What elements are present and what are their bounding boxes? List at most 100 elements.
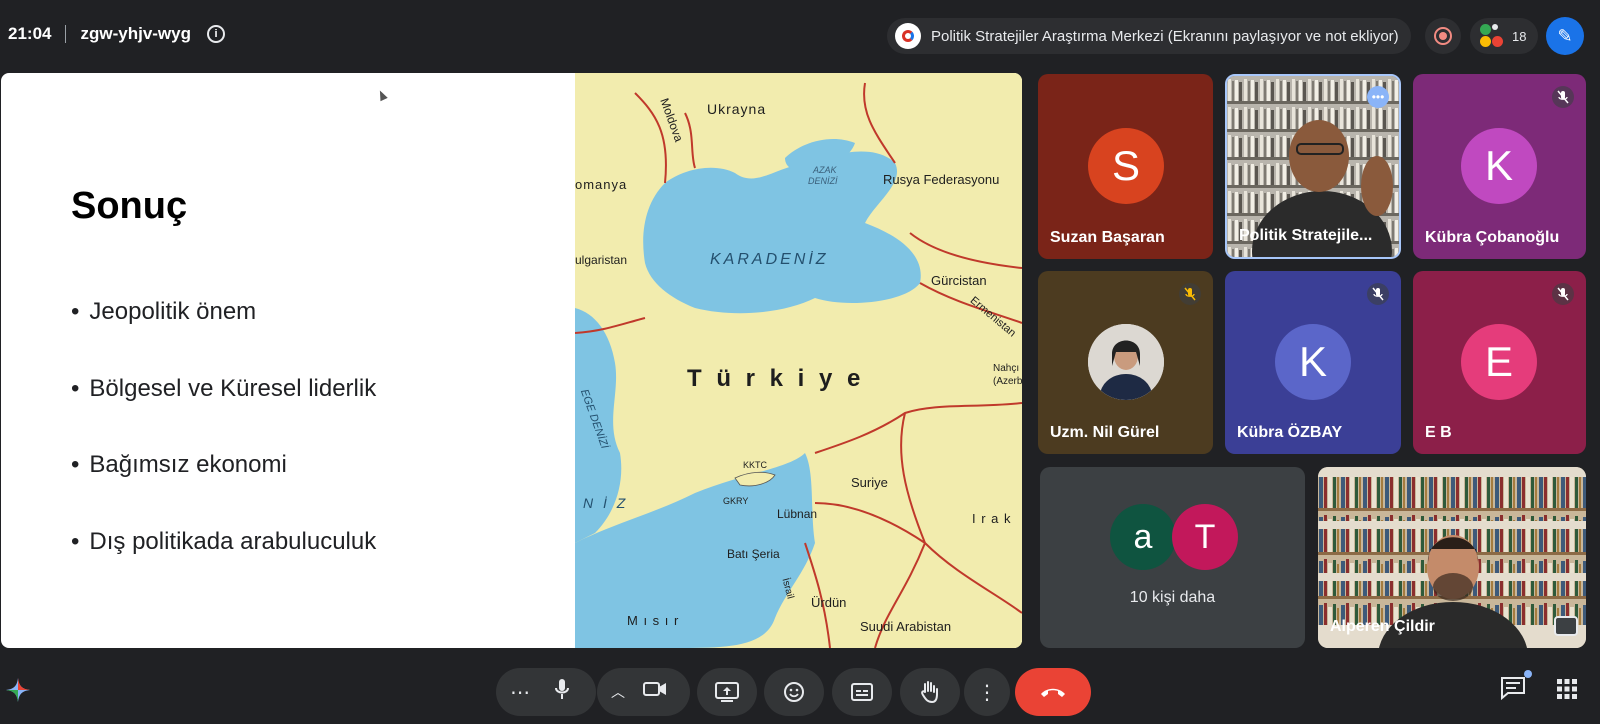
more-options-icon[interactable]: ••• bbox=[1367, 86, 1389, 108]
mic-off-icon bbox=[1552, 283, 1574, 305]
mouse-cursor-icon bbox=[376, 88, 388, 102]
map-label: ulgaristan bbox=[575, 253, 628, 267]
activities-button[interactable] bbox=[1556, 678, 1578, 700]
avatar: a bbox=[1110, 504, 1176, 570]
leave-call-button[interactable] bbox=[1015, 668, 1091, 716]
turkey-map: Ukrayna Moldova omanya Rusya Federasyonu… bbox=[575, 73, 1022, 648]
bullet-item: Dış politikada arabuluculuk bbox=[71, 528, 376, 605]
map-label: Suriye bbox=[851, 475, 888, 490]
gemini-pen-button[interactable]: ✎ bbox=[1546, 17, 1584, 55]
map-label: AZAK bbox=[813, 165, 837, 175]
apps-grid-icon bbox=[1557, 679, 1577, 699]
participant-tile[interactable]: K Kübra Çobanoğlu bbox=[1413, 74, 1586, 259]
chat-icon bbox=[1501, 677, 1525, 701]
captions-icon bbox=[851, 683, 873, 701]
emoji-icon bbox=[784, 682, 804, 702]
map-label: GKRY bbox=[723, 496, 749, 506]
avatar: K bbox=[1275, 324, 1351, 400]
map-graphic bbox=[575, 73, 1022, 648]
map-label: omanya bbox=[575, 177, 628, 192]
map-label: I r a k bbox=[972, 511, 1012, 526]
mic-icon[interactable] bbox=[554, 678, 570, 706]
participant-name: Suzan Başaran bbox=[1050, 229, 1165, 246]
pip-icon[interactable] bbox=[1554, 616, 1578, 636]
more-participants-tile[interactable]: a T 10 kişi daha bbox=[1040, 467, 1305, 648]
avatar: T bbox=[1172, 504, 1238, 570]
participant-tile[interactable]: K Kübra ÖZBAY bbox=[1225, 271, 1401, 454]
participant-tile-active[interactable]: ••• Politik Stratejile... bbox=[1225, 74, 1401, 259]
participant-name: Uzm. Nil Gürel bbox=[1050, 424, 1160, 441]
info-icon[interactable]: i bbox=[207, 25, 225, 43]
camera-icon[interactable] bbox=[643, 680, 667, 704]
map-label: Lübnan bbox=[777, 507, 818, 521]
bullet-item: Bölgesel ve Küresel liderlik bbox=[71, 375, 376, 452]
participant-tile[interactable]: Uzm. Nil Gürel bbox=[1038, 271, 1213, 454]
divider bbox=[65, 25, 67, 43]
presenter-status-text: Politik Stratejiler Araştırma Merkezi (E… bbox=[931, 27, 1399, 45]
reactions-button[interactable] bbox=[764, 668, 824, 716]
participant-name: Kübra Çobanoğlu bbox=[1425, 229, 1560, 246]
recording-button[interactable] bbox=[1425, 18, 1461, 54]
map-label: (Azerb bbox=[993, 376, 1022, 387]
ellipsis-icon: ⋯ bbox=[510, 681, 530, 704]
presenter-logo bbox=[895, 23, 921, 49]
more-controls-button[interactable]: ⋯ bbox=[496, 668, 596, 716]
pen-icon: ✎ bbox=[1557, 25, 1573, 46]
chevron-up-icon[interactable]: ︿ bbox=[611, 682, 625, 702]
participant-count: 18 bbox=[1512, 28, 1527, 44]
map-label: Nahçı bbox=[993, 363, 1020, 374]
clock: 21:04 bbox=[8, 24, 52, 43]
map-label: Rusya Federasyonu bbox=[883, 172, 1000, 187]
shared-screen: Sonuç Jeopolitik önem Bölgesel ve Kürese… bbox=[1, 73, 1022, 648]
hangup-icon bbox=[1041, 688, 1065, 697]
map-label: Batı Şeria bbox=[727, 547, 780, 561]
slide-bullets: Jeopolitik önem Bölgesel ve Küresel lide… bbox=[71, 298, 376, 604]
people-icon bbox=[1480, 24, 1504, 48]
more-options-button[interactable]: ⋮ bbox=[964, 668, 1010, 716]
avatar: S bbox=[1088, 128, 1164, 204]
bottom-controls: ⋯ ︿ ⋮ bbox=[0, 656, 1600, 724]
map-label: Suudi Arabistan bbox=[860, 619, 952, 634]
participant-name: Politik Stratejile... bbox=[1239, 227, 1373, 244]
map-label: T ü r k i y e bbox=[687, 365, 865, 392]
avatar: K bbox=[1461, 128, 1537, 204]
record-icon bbox=[1434, 27, 1452, 45]
map-label: M ı s ı r bbox=[627, 613, 680, 628]
top-bar: 21:04 zgw-yhjv-wyg i Politik Stratejiler… bbox=[0, 0, 1600, 72]
map-label: N İ Z bbox=[583, 495, 629, 511]
mic-off-icon bbox=[1552, 86, 1574, 108]
map-label: Gürcistan bbox=[931, 273, 987, 288]
present-icon bbox=[715, 682, 739, 702]
bullet-item: Jeopolitik önem bbox=[71, 298, 376, 375]
map-label: KARADENİZ bbox=[710, 251, 829, 268]
participant-name: Kübra ÖZBAY bbox=[1237, 424, 1343, 441]
participant-tile[interactable]: S Suzan Başaran bbox=[1038, 74, 1213, 259]
raise-hand-button[interactable] bbox=[900, 668, 960, 716]
gemini-icon[interactable] bbox=[4, 676, 32, 704]
avatar-photo bbox=[1088, 324, 1164, 400]
more-participants-label: 10 kişi daha bbox=[1129, 589, 1216, 606]
mic-off-icon bbox=[1367, 283, 1389, 305]
map-label: KKTC bbox=[743, 460, 768, 470]
self-view-tile[interactable]: Alperen Çildir bbox=[1318, 467, 1586, 648]
camera-controls[interactable]: ︿ bbox=[597, 668, 690, 716]
participant-tile[interactable]: E E B bbox=[1413, 271, 1586, 454]
presenter-status-chip[interactable]: Politik Stratejiler Araştırma Merkezi (E… bbox=[887, 18, 1411, 54]
map-label: DENİZİ bbox=[808, 176, 838, 186]
bullet-item: Bağımsız ekonomi bbox=[71, 451, 376, 528]
notification-dot bbox=[1524, 670, 1532, 678]
map-label: Ukrayna bbox=[707, 101, 767, 117]
captions-button[interactable] bbox=[832, 668, 892, 716]
participant-name: Alperen Çildir bbox=[1330, 618, 1435, 635]
mic-off-icon bbox=[1179, 283, 1201, 305]
meeting-code: zgw-yhjv-wyg bbox=[80, 24, 191, 43]
vertical-dots-icon: ⋮ bbox=[977, 681, 997, 704]
slide-title: Sonuç bbox=[71, 185, 188, 227]
meeting-info: 21:04 zgw-yhjv-wyg i bbox=[8, 24, 225, 44]
map-label: Ürdün bbox=[811, 595, 847, 610]
avatar: E bbox=[1461, 324, 1537, 400]
chat-button[interactable] bbox=[1500, 670, 1532, 704]
participants-button[interactable]: 18 bbox=[1470, 18, 1538, 54]
present-screen-button[interactable] bbox=[697, 668, 757, 716]
hand-icon bbox=[921, 681, 938, 704]
